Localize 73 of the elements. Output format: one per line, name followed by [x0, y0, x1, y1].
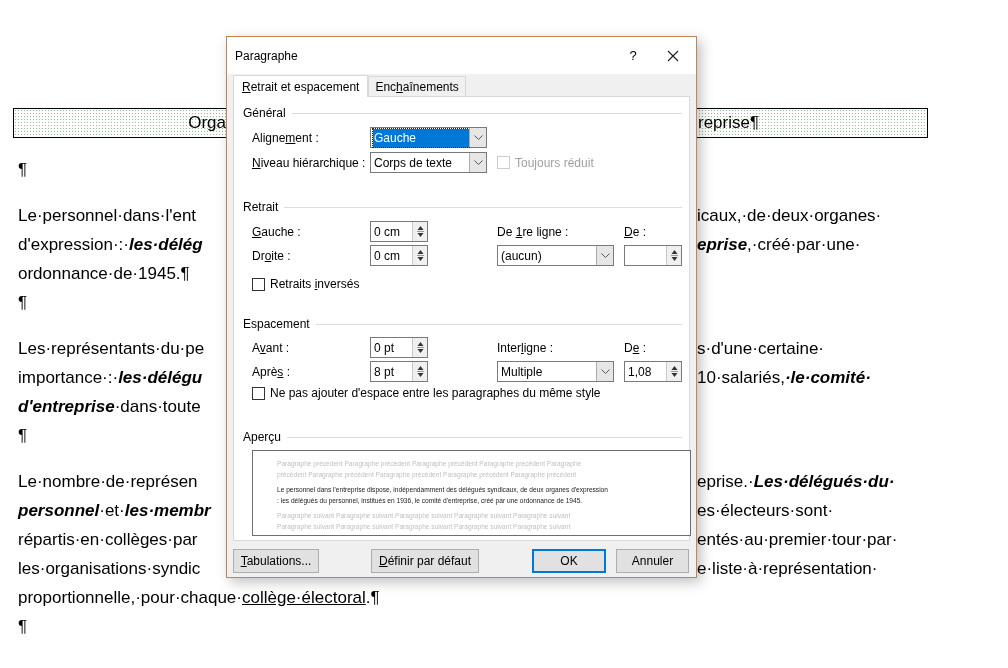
spin-arrows-icon	[670, 249, 678, 262]
body-text: personnel·et·les·membr	[18, 500, 211, 520]
tab[interactable]: Retrait et espacement	[233, 75, 369, 97]
spin-arrows-icon	[416, 365, 424, 378]
checkbox[interactable]	[252, 386, 265, 400]
body-text: proportionnelle,·pour·chaque·collège·électoral.¶	[18, 587, 380, 607]
body-text: Le·nombre·de·représen	[18, 471, 198, 491]
body-text: d'entreprise·dans·toute	[18, 396, 201, 416]
body-text: 10·salariés,·le·comité·	[697, 366, 871, 389]
checkbox[interactable]	[252, 277, 265, 291]
dialog-button[interactable]: OK	[532, 549, 606, 573]
chevron-down-icon	[600, 253, 610, 258]
body-text: ¶	[18, 425, 28, 445]
spin-arrows-icon	[416, 249, 424, 262]
field-label: De :	[624, 339, 647, 357]
spin-arrows-icon	[416, 225, 424, 238]
section-title: Aperçu	[243, 429, 282, 446]
spin-field[interactable]: 0 cm	[370, 245, 428, 266]
close-icon	[667, 49, 679, 62]
heading-text: Orga	[188, 112, 226, 135]
body-text: ¶	[18, 159, 28, 179]
chevron-down-icon	[473, 160, 483, 165]
spin-field[interactable]: 0 cm	[370, 221, 428, 242]
field-label: Alignement :	[252, 129, 319, 147]
spin-field[interactable]	[624, 245, 682, 266]
body-text: s·d'une·certaine·	[697, 337, 825, 360]
field-label: Après :	[252, 363, 291, 381]
dropdown[interactable]: Multiple	[497, 361, 614, 382]
dropdown[interactable]: Corps de texte	[370, 152, 487, 173]
field-label: Niveau hiérarchique :	[252, 155, 366, 170]
body-text: ¶	[18, 616, 28, 636]
body-text: icaux,·de·deux·organes·	[697, 204, 882, 227]
body-text: ¶	[18, 292, 28, 312]
chevron-down-icon	[473, 135, 483, 140]
body-text: eprise.·Les·délégués·du·	[697, 470, 895, 493]
body-text: eprise,·créé·par·une·	[697, 233, 861, 256]
checkbox-label: Ne pas ajouter d'espace entre les paragraphes du même style	[270, 385, 601, 402]
spin-arrows-icon	[416, 341, 424, 354]
body-text: Le·personnel·dans·l'ent	[18, 205, 197, 225]
spin-field[interactable]: 0 pt	[370, 337, 428, 358]
body-text: répartis·en·collèges·par	[18, 529, 198, 549]
spin-arrows-icon	[670, 365, 678, 378]
section-title: Général	[243, 105, 286, 122]
window-title: Paragraphe	[235, 47, 298, 65]
spin-field[interactable]: 1,08	[624, 361, 682, 382]
body-text: importance·:·les·délégu	[18, 367, 203, 387]
field-label: De :	[624, 223, 646, 241]
dropdown[interactable]: (aucun)	[497, 245, 614, 266]
section-title: Retrait	[243, 199, 279, 216]
body-text: entés·au·premier·tour·par·	[697, 528, 898, 551]
tab[interactable]: Enchaînements	[368, 76, 466, 96]
body-text: e·liste·à·représentation·	[697, 557, 878, 580]
body-text: d'expression·:·les·délég	[18, 234, 203, 254]
dialog-button[interactable]: Tabulations...	[233, 549, 319, 573]
field-label: Interligne :	[497, 339, 554, 357]
checkbox-label: Toujours réduit	[515, 154, 594, 172]
field-label: De 1re ligne :	[497, 223, 569, 241]
body-text: es·électeurs·sont·	[697, 499, 834, 522]
section-title: Espacement	[243, 316, 310, 333]
heading-text: reprise¶	[698, 112, 760, 135]
field-label: Droite :	[252, 247, 291, 265]
spin-field[interactable]: 8 pt	[370, 361, 428, 382]
body-text: ordonnance·de·1945.¶	[18, 263, 190, 283]
checkbox-label: Retraits inversés	[270, 276, 360, 293]
body-text: les·organisations·syndic	[18, 558, 201, 578]
field-label: Avant :	[252, 339, 290, 357]
dropdown[interactable]: Gauche	[370, 127, 487, 148]
help-button[interactable]: ?	[618, 40, 648, 71]
field-label: Gauche :	[252, 223, 301, 241]
dialog-button[interactable]: Annuler	[616, 549, 689, 573]
dialog-button[interactable]: Définir par défaut	[371, 549, 479, 573]
body-text: Les·représentants·du·pe	[18, 338, 205, 358]
chevron-down-icon	[600, 369, 610, 374]
